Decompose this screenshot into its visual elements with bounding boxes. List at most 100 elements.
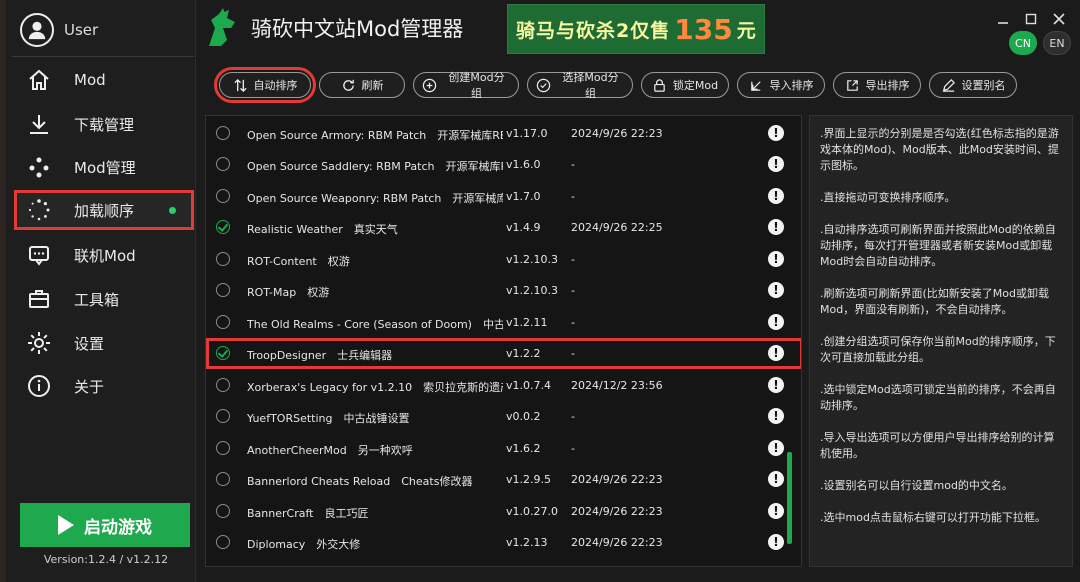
- nav-item-load-order[interactable]: 加载顺序: [14, 190, 194, 230]
- auto-sort-label: 自动排序: [253, 79, 298, 92]
- exclamation-icon[interactable]: !: [768, 219, 784, 235]
- mod-version: v1.4.9: [506, 221, 541, 234]
- promo-banner[interactable]: 骑马与砍杀2仅售 135 元: [507, 4, 765, 54]
- import-sort-button[interactable]: 导入排序: [737, 72, 825, 98]
- mod-version: v1.2.13: [506, 536, 548, 549]
- mod-row[interactable]: Xorberax's Legacy for v1.2.10 索贝拉克斯的遗产 v…: [206, 370, 801, 401]
- help-text: .自动排序选项可刷新界面并按照此Mod的依赖自动排序，每次打开管理器或者新安装M…: [820, 223, 1056, 268]
- mod-version: v1.7.0: [506, 190, 541, 203]
- exclamation-icon[interactable]: !: [768, 408, 784, 424]
- mod-checkbox[interactable]: [216, 504, 230, 518]
- mod-checkbox[interactable]: [216, 315, 230, 329]
- help-panel: .界面上显示的分别是是否勾选(红色标志指的是游戏本体的Mod)、Mod版本、此M…: [809, 115, 1073, 567]
- mod-install-time: -: [571, 410, 575, 423]
- header: 骑砍中文站Mod管理器 骑马与砍杀2仅售 135 元 CN EN: [197, 0, 1080, 58]
- mod-name: ROT-Content 权游: [247, 255, 350, 268]
- mod-install-time: 2024/12/2 23:56: [571, 379, 663, 392]
- mod-row[interactable]: AnotherCheerMod 另一种欢呼 v1.6.2 - !: [206, 433, 801, 464]
- mod-install-time: -: [571, 284, 575, 297]
- mod-row[interactable]: Realistic Weather 真实天气 v1.4.9 2024/9/26 …: [206, 212, 801, 243]
- exclamation-icon[interactable]: !: [768, 314, 784, 330]
- user-profile[interactable]: User: [20, 10, 190, 50]
- mod-version: v1.0.27.0: [506, 505, 558, 518]
- mod-name: YuefTORSetting 中古战锤设置: [247, 412, 410, 425]
- mod-row-selected[interactable]: TroopDesigner 士兵编辑器 v1.2.2 - !: [206, 338, 801, 369]
- loading-icon: [26, 197, 52, 223]
- mod-checkbox[interactable]: [216, 441, 230, 455]
- mod-checkbox[interactable]: [216, 283, 230, 297]
- auto-sort-button[interactable]: 自动排序: [214, 67, 316, 103]
- mod-row[interactable]: Open Source Armory: RBM Patch 开源军械库RBM v…: [206, 118, 801, 149]
- mod-name: BannerCraft 良工巧匠: [247, 507, 369, 520]
- select-group-label: 选择Mod分组: [562, 71, 619, 100]
- exclamation-icon[interactable]: !: [768, 440, 784, 456]
- mod-checkbox[interactable]: [216, 189, 230, 203]
- mod-row[interactable]: ROT-Map 权游 v1.2.10.3 - !: [206, 275, 801, 306]
- mod-row[interactable]: The Old Realms - Core (Season of Doom) 中…: [206, 307, 801, 338]
- nav-item-online-mod[interactable]: 联机Mod: [14, 235, 194, 275]
- mod-checkbox[interactable]: [216, 535, 230, 549]
- mod-row[interactable]: BannerCraft 良工巧匠 v1.0.27.0 2024/9/26 22:…: [206, 496, 801, 527]
- close-icon[interactable]: [1050, 10, 1068, 28]
- nav-label: 下载管理: [74, 115, 135, 134]
- user-name: User: [64, 21, 99, 39]
- banner-unit: 元: [736, 19, 757, 42]
- lock-mod-button[interactable]: 锁定Mod: [641, 72, 729, 98]
- exclamation-icon[interactable]: !: [768, 251, 784, 267]
- mod-row[interactable]: YuefTORSetting 中古战锤设置 v0.0.2 - !: [206, 401, 801, 432]
- exclamation-icon[interactable]: !: [768, 534, 784, 550]
- launch-game-button[interactable]: 启动游戏: [20, 503, 190, 547]
- mod-list-scrollbar[interactable]: [787, 452, 792, 544]
- launch-label: 启动游戏: [84, 517, 152, 538]
- create-group-button[interactable]: 创建Mod分组: [413, 71, 519, 100]
- nav-item-about[interactable]: 关于: [14, 366, 194, 406]
- maximize-icon[interactable]: [1022, 10, 1040, 28]
- nav-item-toolbox[interactable]: 工具箱: [14, 279, 194, 319]
- exclamation-icon[interactable]: !: [768, 282, 784, 298]
- mod-checkbox[interactable]: [216, 378, 230, 392]
- export-sort-button[interactable]: 导出排序: [833, 72, 921, 98]
- exclamation-icon[interactable]: !: [768, 503, 784, 519]
- exclamation-icon[interactable]: !: [768, 345, 784, 361]
- mod-checkbox[interactable]: [216, 472, 230, 486]
- exclamation-icon[interactable]: !: [768, 156, 784, 172]
- mod-row[interactable]: Open Source Weaponry: RBM Patch 开源军械库RB …: [206, 181, 801, 212]
- nav-label: 加载顺序: [74, 201, 135, 220]
- mod-checkbox[interactable]: [216, 220, 230, 234]
- select-group-button[interactable]: 选择Mod分组: [527, 71, 633, 100]
- mod-version: v1.2.9.5: [506, 473, 551, 486]
- sidebar: User Mod 下载管理 Mod管理 加载顺序 联机Mod 工具箱 设置 关于…: [6, 0, 196, 582]
- exclamation-icon[interactable]: !: [768, 377, 784, 393]
- mod-install-time: 2024/9/26 22:23: [571, 127, 663, 140]
- lock-icon: [652, 77, 668, 93]
- lang-en-button[interactable]: EN: [1043, 31, 1071, 55]
- mod-name: AnotherCheerMod 另一种欢呼: [247, 444, 413, 457]
- mod-checkbox[interactable]: [216, 252, 230, 266]
- nav-item-downloads[interactable]: 下载管理: [14, 104, 194, 144]
- minimize-icon[interactable]: [994, 10, 1012, 28]
- mod-checkbox[interactable]: [216, 157, 230, 171]
- exclamation-icon[interactable]: !: [768, 125, 784, 141]
- mod-row[interactable]: ROT-Content 权游 v1.2.10.3 - !: [206, 244, 801, 275]
- nav-label: 关于: [74, 377, 105, 396]
- mod-checkbox[interactable]: [216, 126, 230, 140]
- import-sort-label: 导入排序: [769, 79, 814, 92]
- mod-name: Open Source Weaponry: RBM Patch 开源军械库RB: [247, 192, 503, 205]
- refresh-button[interactable]: 刷新: [319, 72, 405, 98]
- mod-checkbox[interactable]: [216, 409, 230, 423]
- nav-item-mod[interactable]: Mod: [14, 60, 194, 100]
- nav-item-settings[interactable]: 设置: [14, 323, 194, 363]
- exclamation-icon[interactable]: !: [768, 188, 784, 204]
- divider: [12, 56, 194, 57]
- mod-row[interactable]: Bannerlord Cheats Reload Cheats修改器 v1.2.…: [206, 464, 801, 495]
- mod-row[interactable]: Diplomacy 外交大修 v1.2.13 2024/9/26 22:23 !: [206, 527, 801, 558]
- exclamation-icon[interactable]: !: [768, 471, 784, 487]
- mod-install-time: -: [571, 158, 575, 171]
- mod-row[interactable]: Open Source Saddlery: RBM Patch 开源军械库RBM…: [206, 149, 801, 180]
- create-group-label: 创建Mod分组: [448, 71, 505, 100]
- set-alias-button[interactable]: 设置别名: [929, 72, 1017, 98]
- lang-cn-button[interactable]: CN: [1009, 31, 1037, 55]
- mod-checkbox[interactable]: [216, 346, 230, 360]
- pencil-icon: [941, 77, 957, 93]
- nav-item-mod-manage[interactable]: Mod管理: [14, 147, 194, 187]
